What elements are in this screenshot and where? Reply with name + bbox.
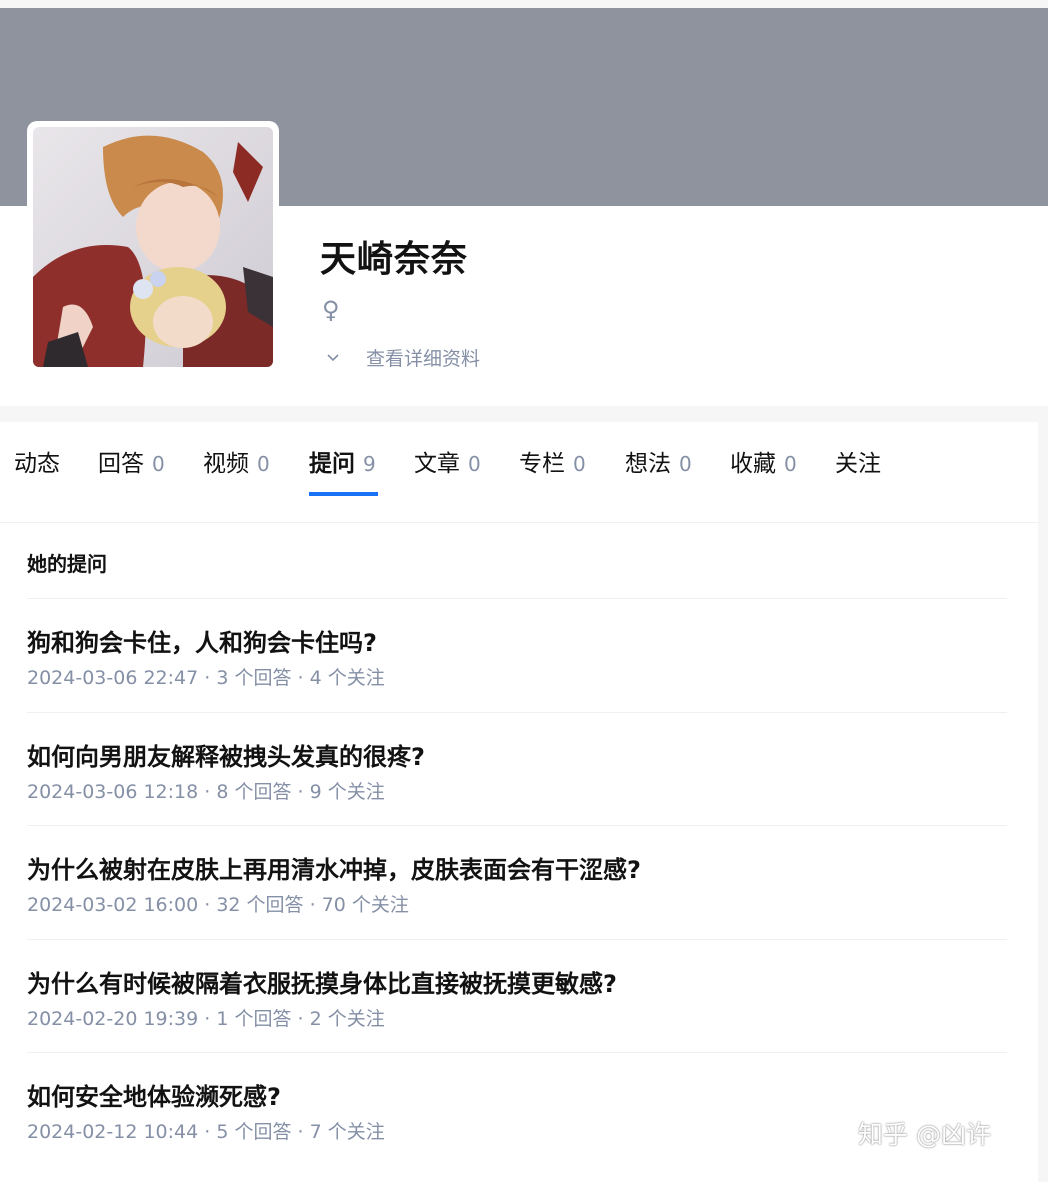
tab-label: 提问 [309,451,355,477]
avatar[interactable] [33,127,273,367]
question-title[interactable]: 如何安全地体验濒死感? [27,1077,281,1112]
tab-count: 0 [679,452,692,476]
tab-articles[interactable]: 文章 0 [414,444,481,478]
tab-label: 视频 [203,451,249,477]
tab-columns[interactable]: 专栏 0 [519,444,586,478]
tab-count: 0 [468,452,481,476]
tab-label: 关注 [835,451,881,477]
view-details-label: 查看详细资料 [366,348,481,370]
tab-label: 文章 [414,451,460,477]
question-title[interactable]: 为什么有时候被隔着衣服抚摸身体比直接被抚摸更敏感? [27,964,617,999]
tab-count: 9 [363,452,376,476]
tab-answers[interactable]: 回答 0 [98,444,165,478]
tab-label: 收藏 [730,451,776,477]
avatar-frame [27,121,279,373]
tab-label: 专栏 [519,451,565,477]
list-item: 为什么被射在皮肤上再用清水冲掉，皮肤表面会有干涩感? 2024-03-02 16… [27,825,1007,939]
tab-questions[interactable]: 提问 9 [309,444,376,478]
tab-count: 0 [152,452,165,476]
question-list: 狗和狗会卡住，人和狗会卡住吗? 2024-03-06 22:47 · 3 个回答… [27,598,1007,1166]
tab-activity[interactable]: 动态 [14,444,60,478]
tab-pins[interactable]: 想法 0 [625,444,692,478]
tab-count: 0 [257,452,270,476]
tab-videos[interactable]: 视频 0 [203,444,270,478]
question-meta: 2024-03-02 16:00 · 32 个回答 · 70 个关注 [27,894,409,916]
question-meta: 2024-03-06 22:47 · 3 个回答 · 4 个关注 [27,667,385,689]
question-title[interactable]: 为什么被射在皮肤上再用清水冲掉，皮肤表面会有干涩感? [27,850,641,885]
list-item: 如何向男朋友解释被拽头发真的很疼? 2024-03-06 12:18 · 8 个… [27,711,1007,826]
question-meta: 2024-03-06 12:18 · 8 个回答 · 9 个关注 [27,780,385,803]
tab-count: 0 [784,452,797,476]
tab-count: 0 [573,452,586,476]
section-title: 她的提问 [27,552,107,576]
tab-label: 想法 [625,451,671,477]
content-card: 动态 回答 0 视频 0 提问 9 文章 0 专栏 0 想法 0 收藏 0 关注 她的提问 狗… [0,422,1038,1182]
gender-female-icon: ♀ [322,296,340,324]
tab-label: 动态 [14,451,60,477]
watermark: 知乎 @凶许 [858,1120,991,1149]
view-details-button[interactable]: 查看详细资料 [326,344,480,371]
list-item: 为什么有时候被隔着衣服抚摸身体比直接被抚摸更敏感? 2024-02-20 19:… [27,938,1007,1053]
tab-collections[interactable]: 收藏 0 [730,444,797,478]
profile-tabs: 动态 回答 0 视频 0 提问 9 文章 0 专栏 0 想法 0 收藏 0 关注 [0,422,1038,523]
tab-label: 回答 [98,451,144,477]
list-item: 狗和狗会卡住，人和狗会卡住吗? 2024-03-06 22:47 · 3 个回答… [27,598,1007,712]
profile-name: 天崎奈奈 [320,239,469,280]
question-meta: 2024-02-12 10:44 · 5 个回答 · 7 个关注 [27,1121,385,1143]
chevron-down-icon [326,350,366,366]
top-strip [0,0,1048,8]
tab-following[interactable]: 关注 [835,444,881,478]
question-title[interactable]: 狗和狗会卡住，人和狗会卡住吗? [27,623,377,658]
question-meta: 2024-02-20 19:39 · 1 个回答 · 2 个关注 [27,1007,385,1030]
question-title[interactable]: 如何向男朋友解释被拽头发真的很疼? [27,737,425,772]
active-tab-indicator [309,492,378,496]
